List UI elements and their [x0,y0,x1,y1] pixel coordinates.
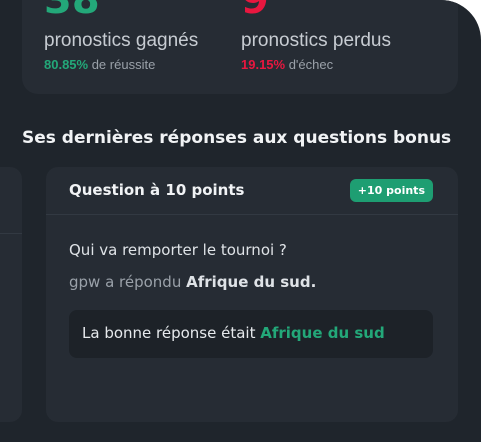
lost-label: pronostics perdus [241,30,391,51]
won-rate: 80.85% de réussite [44,57,155,72]
bonus-question-card[interactable]: Question à 10 points +10 points Qui va r… [46,167,458,422]
correct-answer-value: Afrique du sud [260,324,385,342]
question-text: Qui va remporter le tournoi ? [69,241,287,259]
user-answer-line: gpw a répondu Afrique du sud. [69,273,316,291]
correct-answer-box: La bonne réponse était Afrique du sud [69,310,433,358]
correct-answer-line: La bonne réponse était Afrique du sud [82,324,385,342]
stats-card: 38 pronostics gagnés 80.85% de réussite … [22,0,458,94]
card-divider [0,233,22,234]
won-count: 38 [44,0,100,23]
won-label: pronostics gagnés [44,30,199,51]
lost-rate: 19.15% d'échec [241,57,333,72]
points-badge: +10 points [349,179,433,202]
lost-percent: 19.15% [241,57,286,72]
lost-rate-suffix: d'échec [285,57,334,72]
question-card-header: Question à 10 points +10 points [46,167,458,215]
previous-question-card[interactable] [0,167,22,422]
user-answer-prefix: gpw a répondu [69,273,187,291]
correct-answer-prefix: La bonne réponse était [82,324,261,342]
question-title: Question à 10 points [69,181,245,199]
user-answer-value: Afrique du sud. [186,273,317,291]
won-percent: 80.85% [44,57,89,72]
lost-count: 9 [241,0,269,23]
won-rate-suffix: de réussite [88,57,156,72]
bonus-section-title: Ses dernières réponses aux questions bon… [22,128,452,148]
app-screen: 38 pronostics gagnés 80.85% de réussite … [0,0,481,442]
